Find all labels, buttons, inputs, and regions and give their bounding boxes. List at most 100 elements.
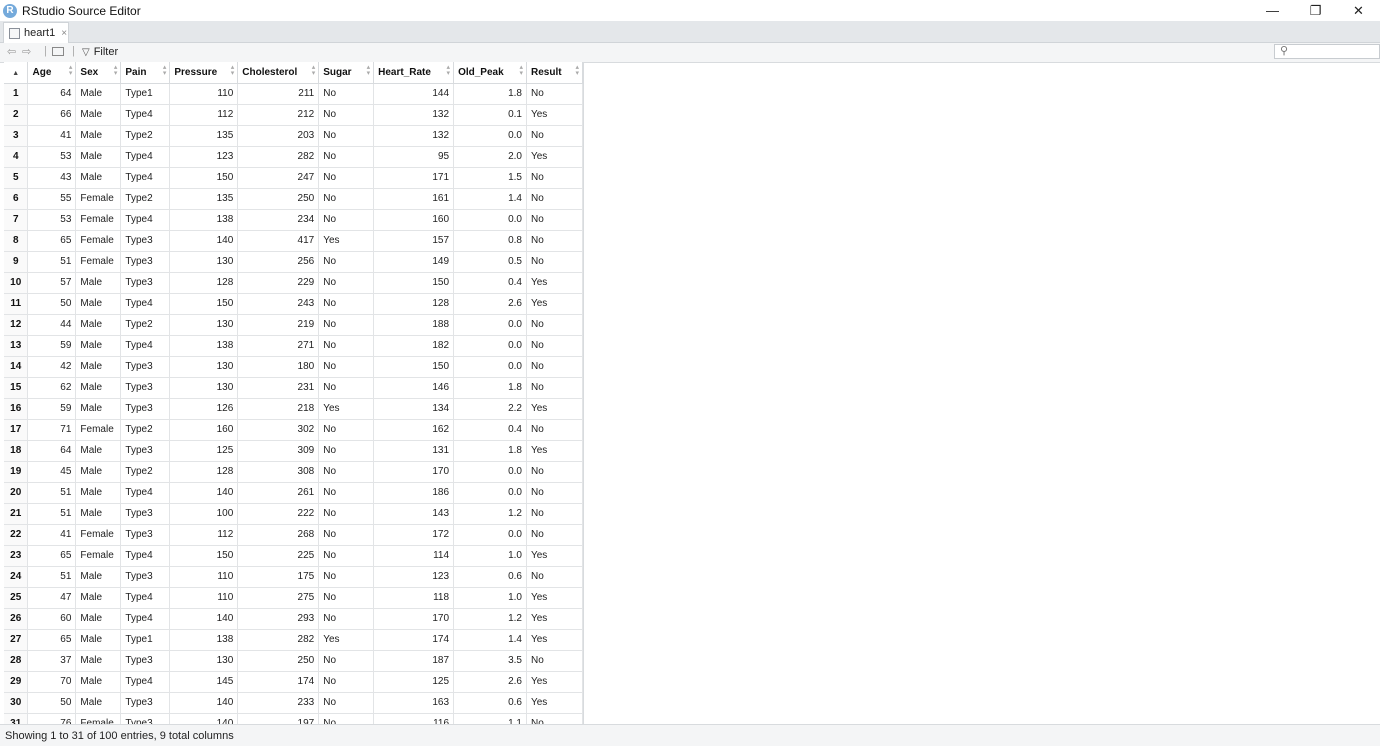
cell-sex[interactable]: Male — [75, 377, 122, 399]
table-row[interactable]: 17 71 Female Type2 160 302 No 162 0.4 No — [4, 419, 583, 441]
cell-old-peak[interactable]: 2.0 — [453, 146, 527, 168]
row-number-cell[interactable]: 20 — [4, 482, 29, 504]
column-header-sugar[interactable]: Sugar ▴ ▾ — [318, 62, 375, 84]
cell-age[interactable]: 70 — [27, 671, 77, 693]
cell-age[interactable]: 41 — [27, 524, 77, 546]
table-row[interactable]: 5 43 Male Type4 150 247 No 171 1.5 No — [4, 167, 583, 189]
cell-age[interactable]: 59 — [27, 398, 77, 420]
cell-sex[interactable]: Female — [75, 251, 122, 273]
cell-heart-rate[interactable]: 171 — [373, 167, 455, 189]
cell-cholesterol[interactable]: 250 — [237, 188, 320, 210]
table-row[interactable]: 7 53 Female Type4 138 234 No 160 0.0 No — [4, 209, 583, 231]
cell-age[interactable]: 47 — [27, 587, 77, 609]
row-number-cell[interactable]: 29 — [4, 671, 29, 693]
cell-age[interactable]: 65 — [27, 230, 77, 252]
cell-sex[interactable]: Male — [75, 608, 122, 630]
cell-cholesterol[interactable]: 282 — [237, 629, 320, 651]
cell-result[interactable]: No — [526, 356, 583, 378]
cell-age[interactable]: 51 — [27, 482, 77, 504]
cell-sugar[interactable]: No — [318, 482, 375, 504]
cell-pressure[interactable]: 140 — [169, 713, 239, 724]
row-number-cell[interactable]: 16 — [4, 398, 29, 420]
cell-sex[interactable]: Male — [75, 146, 122, 168]
row-number-cell[interactable]: 17 — [4, 419, 29, 441]
cell-cholesterol[interactable]: 282 — [237, 146, 320, 168]
cell-age[interactable]: 71 — [27, 419, 77, 441]
cell-cholesterol[interactable]: 308 — [237, 461, 320, 483]
cell-pressure[interactable]: 130 — [169, 650, 239, 672]
row-number-cell[interactable]: 30 — [4, 692, 29, 714]
cell-pain[interactable]: Type3 — [120, 503, 171, 525]
table-row[interactable]: 22 41 Female Type3 112 268 No 172 0.0 No — [4, 524, 583, 546]
cell-sex[interactable]: Female — [75, 713, 122, 724]
cell-sugar[interactable]: No — [318, 335, 375, 357]
cell-old-peak[interactable]: 3.5 — [453, 650, 527, 672]
cell-result[interactable]: Yes — [526, 629, 583, 651]
cell-heart-rate[interactable]: 160 — [373, 209, 455, 231]
cell-heart-rate[interactable]: 132 — [373, 125, 455, 147]
search-input[interactable]: ⚲ — [1274, 44, 1380, 59]
cell-pressure[interactable]: 140 — [169, 692, 239, 714]
cell-sex[interactable]: Male — [75, 83, 122, 105]
table-row[interactable]: 26 60 Male Type4 140 293 No 170 1.2 Yes — [4, 608, 583, 630]
cell-sugar[interactable]: No — [318, 671, 375, 693]
cell-pain[interactable]: Type2 — [120, 125, 171, 147]
cell-old-peak[interactable]: 0.0 — [453, 209, 527, 231]
cell-sugar[interactable]: No — [318, 566, 375, 588]
cell-result[interactable]: No — [526, 188, 583, 210]
table-row[interactable]: 25 47 Male Type4 110 275 No 118 1.0 Yes — [4, 587, 583, 609]
row-number-cell[interactable]: 6 — [4, 188, 29, 210]
table-row[interactable]: 20 51 Male Type4 140 261 No 186 0.0 No — [4, 482, 583, 504]
cell-old-peak[interactable]: 0.0 — [453, 314, 527, 336]
cell-cholesterol[interactable]: 293 — [237, 608, 320, 630]
cell-old-peak[interactable]: 1.4 — [453, 629, 527, 651]
row-number-cell[interactable]: 5 — [4, 167, 29, 189]
row-number-cell[interactable]: 27 — [4, 629, 29, 651]
cell-cholesterol[interactable]: 211 — [237, 83, 320, 105]
cell-pain[interactable]: Type4 — [120, 482, 171, 504]
cell-old-peak[interactable]: 0.0 — [453, 482, 527, 504]
cell-sugar[interactable]: Yes — [318, 230, 375, 252]
popout-window-icon[interactable] — [52, 47, 64, 56]
tab-heart1[interactable]: heart1 × — [3, 22, 69, 43]
cell-pain[interactable]: Type4 — [120, 209, 171, 231]
cell-age[interactable]: 43 — [27, 167, 77, 189]
column-header-heart-rate[interactable]: Heart_Rate ▴ ▾ — [373, 62, 455, 84]
cell-pain[interactable]: Type3 — [120, 230, 171, 252]
cell-pain[interactable]: Type3 — [120, 251, 171, 273]
cell-age[interactable]: 76 — [27, 713, 77, 724]
cell-result[interactable]: Yes — [526, 104, 583, 126]
row-number-cell[interactable]: 12 — [4, 314, 29, 336]
cell-cholesterol[interactable]: 233 — [237, 692, 320, 714]
cell-sex[interactable]: Male — [75, 314, 122, 336]
cell-pressure[interactable]: 130 — [169, 377, 239, 399]
cell-old-peak[interactable]: 1.2 — [453, 608, 527, 630]
cell-pressure[interactable]: 110 — [169, 587, 239, 609]
cell-old-peak[interactable]: 1.4 — [453, 188, 527, 210]
cell-result[interactable]: Yes — [526, 146, 583, 168]
cell-cholesterol[interactable]: 225 — [237, 545, 320, 567]
cell-cholesterol[interactable]: 212 — [237, 104, 320, 126]
cell-old-peak[interactable]: 0.0 — [453, 461, 527, 483]
cell-sex[interactable]: Male — [75, 629, 122, 651]
cell-pressure[interactable]: 150 — [169, 545, 239, 567]
cell-cholesterol[interactable]: 417 — [237, 230, 320, 252]
cell-sugar[interactable]: No — [318, 125, 375, 147]
cell-old-peak[interactable]: 0.1 — [453, 104, 527, 126]
cell-sugar[interactable]: No — [318, 167, 375, 189]
cell-heart-rate[interactable]: 150 — [373, 356, 455, 378]
cell-cholesterol[interactable]: 271 — [237, 335, 320, 357]
cell-old-peak[interactable]: 0.8 — [453, 230, 527, 252]
cell-sex[interactable]: Female — [75, 188, 122, 210]
cell-old-peak[interactable]: 0.0 — [453, 524, 527, 546]
cell-pressure[interactable]: 140 — [169, 482, 239, 504]
cell-sex[interactable]: Male — [75, 167, 122, 189]
cell-result[interactable]: No — [526, 125, 583, 147]
cell-cholesterol[interactable]: 174 — [237, 671, 320, 693]
cell-pain[interactable]: Type4 — [120, 587, 171, 609]
cell-age[interactable]: 51 — [27, 251, 77, 273]
cell-pressure[interactable]: 130 — [169, 356, 239, 378]
cell-heart-rate[interactable]: 123 — [373, 566, 455, 588]
cell-pressure[interactable]: 100 — [169, 503, 239, 525]
table-row[interactable]: 8 65 Female Type3 140 417 Yes 157 0.8 No — [4, 230, 583, 252]
